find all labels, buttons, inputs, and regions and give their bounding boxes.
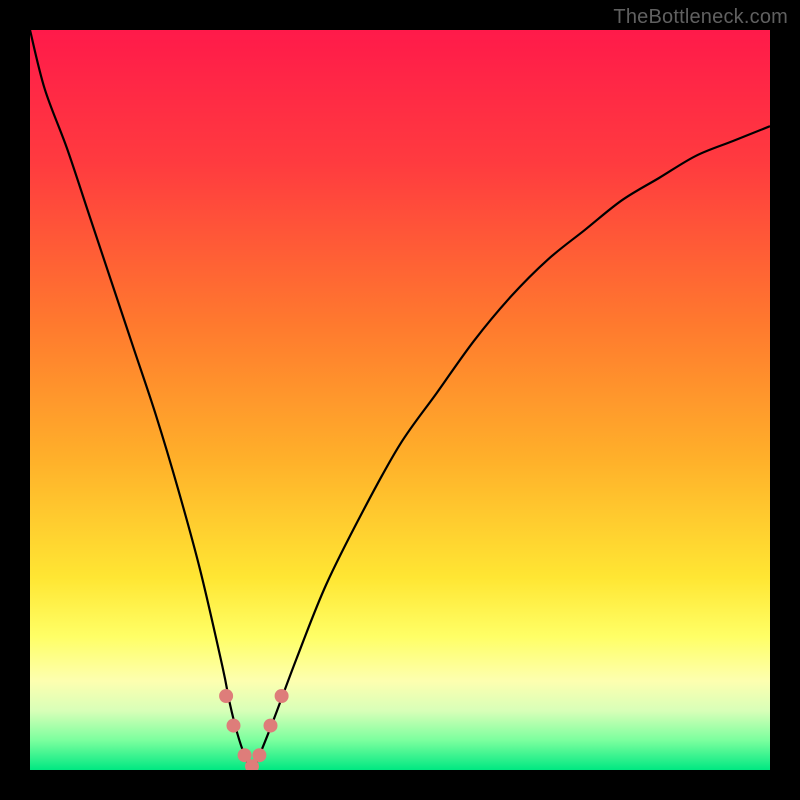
watermark-label: TheBottleneck.com — [613, 6, 788, 29]
curve-marker — [275, 689, 289, 703]
chart-plot-area — [30, 30, 770, 770]
chart-curve-layer — [30, 30, 770, 770]
chart-frame: TheBottleneck.com — [0, 0, 800, 800]
bottleneck-curve — [30, 30, 770, 770]
marker-group — [219, 689, 289, 770]
curve-marker — [252, 748, 266, 762]
curve-marker — [227, 719, 241, 733]
curve-marker — [219, 689, 233, 703]
curve-marker — [264, 719, 278, 733]
